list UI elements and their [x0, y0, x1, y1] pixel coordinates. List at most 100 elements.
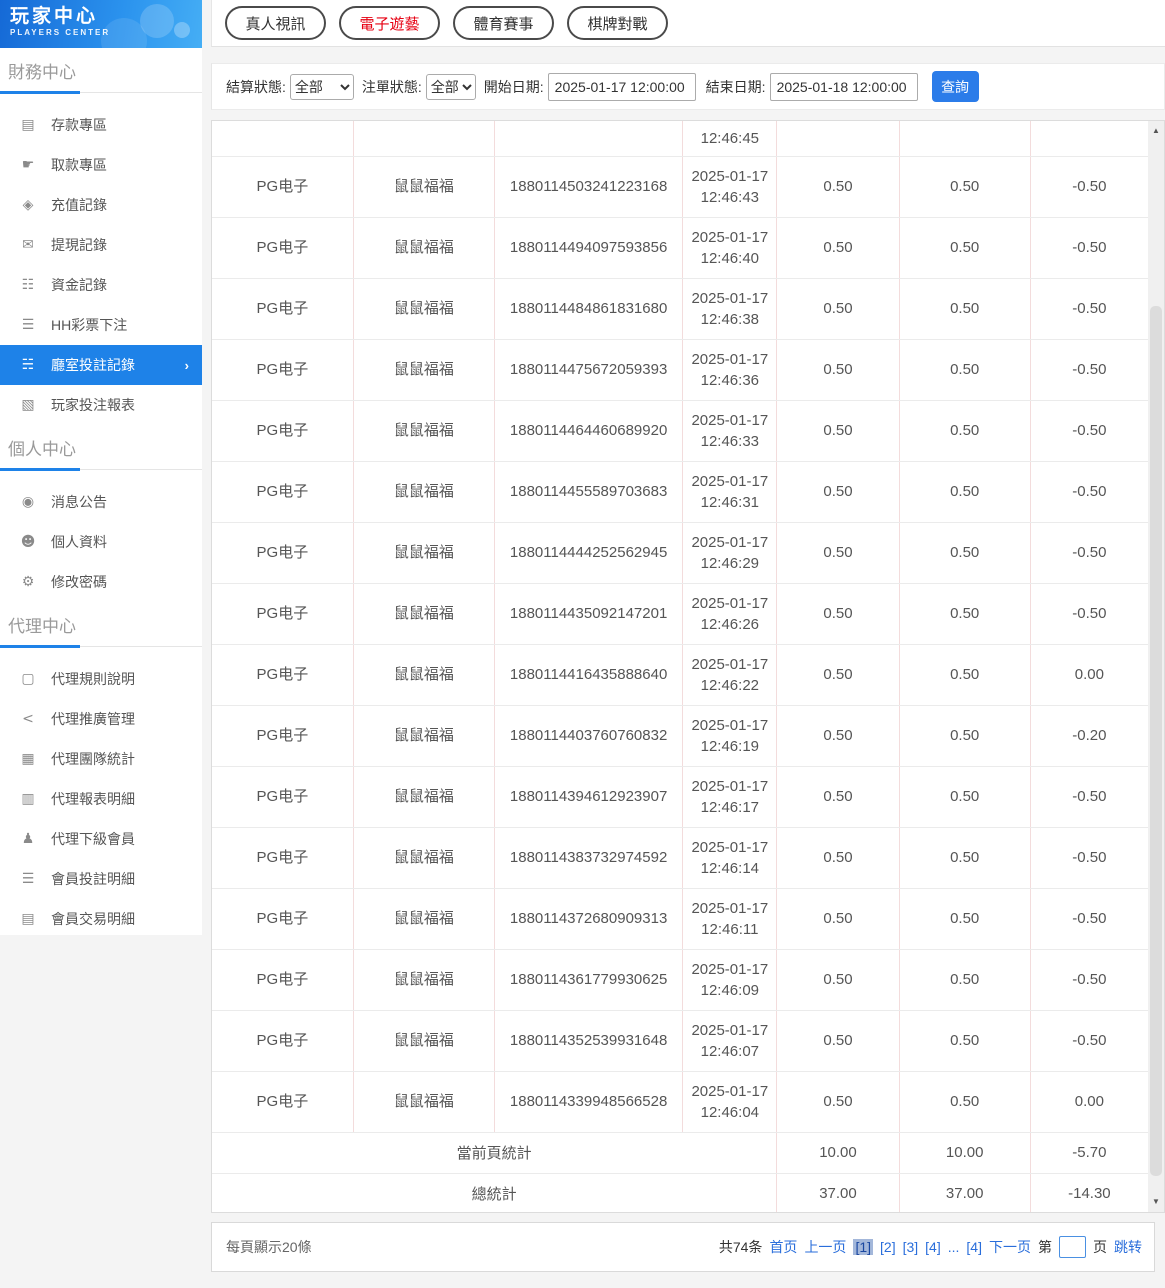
- sidebar-item-label: 廳室投註記錄: [51, 357, 135, 373]
- table-row-partial: 12:46:45: [212, 121, 1150, 157]
- page-3-link[interactable]: [3]: [903, 1239, 919, 1255]
- scroll-down-arrow[interactable]: ▼: [1148, 1194, 1164, 1210]
- page-2-link[interactable]: [2]: [880, 1239, 896, 1255]
- table-row: PG电子 鼠鼠福福 1880114361779930625 2025-01-17 12…: [212, 949, 1150, 1011]
- scroll-up-arrow[interactable]: ▲: [1148, 123, 1164, 139]
- table-row: PG电子 鼠鼠福福 1880114475672059393 2025-01-17 12…: [212, 339, 1150, 401]
- hall-bet-record-icon: ☵: [21, 357, 35, 373]
- sidebar-item[interactable]: ☰ HH彩票下注: [0, 305, 202, 345]
- sidebar-section-items: ▢ 代理規則說明 < 代理推廣管理 ▦ 代理團隊統計 ▥ 代理報表明細 ♟ 代理下級會員 ☰ 會員投註…: [0, 647, 202, 939]
- summary-label: 總統計: [212, 1173, 778, 1212]
- sidebar-item[interactable]: ▥ 代理報表明細: [0, 779, 202, 819]
- pagination-bar: 每頁顯示20條 共74条 首页 上一页 [1] [2] [3] [4]... [4] 下一页第 页…: [211, 1222, 1155, 1272]
- table-row: PG电子 鼠鼠福福 1880114484861831680 2025-01-17 12…: [212, 278, 1150, 340]
- sidebar-item-label: 修改密碼: [51, 574, 107, 590]
- sidebar-item-label: 存款專區: [51, 117, 107, 133]
- sidebar-item-label: 代理團隊統計: [51, 751, 135, 767]
- sidebar-item[interactable]: < 代理推廣管理: [0, 699, 202, 739]
- sidebar-section-items: ▤ 存款專區 ☛ 取款專區 ◈ 充值記錄 ✉ 提現記錄 ☷ 資金記錄 ☰ HH彩票下注 ☵ 廳室投註記錄 ›…: [0, 93, 202, 425]
- table-row: PG电子 鼠鼠福福 1880114416435888640 2025-01-17 12…: [212, 644, 1150, 706]
- total-count: 共74条: [718, 1239, 763, 1255]
- logo: 玩家中心 PLAYERS CENTER: [0, 0, 202, 48]
- team-stats-icon: ▦: [21, 751, 35, 767]
- sidebar-item-label: 代理規則說明: [51, 671, 135, 687]
- search-button[interactable]: 查詢: [931, 71, 979, 102]
- order-status-select[interactable]: 全部: [425, 73, 476, 100]
- summary-valid: 37.00: [899, 1173, 1031, 1212]
- end-date-input[interactable]: [769, 72, 918, 101]
- lottery-bet-icon: ☰: [21, 317, 35, 333]
- sidebar-item[interactable]: ☷ 資金記錄: [0, 265, 202, 305]
- tab-1[interactable]: 真人視訊: [225, 6, 326, 40]
- sidebar-item-label: 資金記錄: [51, 277, 107, 293]
- page-1-current[interactable]: [1]: [853, 1239, 874, 1255]
- sidebar-item[interactable]: ▤ 會員交易明細: [0, 899, 202, 939]
- sidebar-section-header: 財務中心: [0, 58, 202, 94]
- sidebar-item-label: 個人資料: [51, 534, 107, 550]
- ellipsis-link[interactable]: ...: [948, 1239, 960, 1255]
- next-page-link[interactable]: 下一页: [989, 1237, 1031, 1257]
- table-row: PG电子 鼠鼠福福 1880114494097593856 2025-01-17 12…: [212, 217, 1150, 279]
- first-page-link[interactable]: 首页: [769, 1237, 797, 1257]
- sidebar-item[interactable]: ♟ 代理下級會員: [0, 819, 202, 859]
- sidebar-section-header: 代理中心: [0, 612, 202, 648]
- gear-icon: ⚙: [21, 574, 35, 590]
- withdrawal-record-icon: ✉: [22, 237, 34, 253]
- table-row: PG电子 鼠鼠福福 1880114372680909313 2025-01-17 12…: [212, 888, 1150, 950]
- sidebar-item[interactable]: ◈ 充值記錄: [0, 185, 202, 225]
- table-row: PG电子 鼠鼠福福 1880114464460689920 2025-01-17 12…: [212, 400, 1150, 462]
- tab-4[interactable]: 棋牌對戰: [567, 6, 668, 40]
- sidebar-item[interactable]: ☻ 個人資料: [0, 522, 202, 562]
- partial-time-cell: 12:46:45: [682, 121, 778, 157]
- bell-icon: ◉: [21, 494, 35, 510]
- settle-status-label: 結算狀態:: [226, 78, 286, 95]
- table-row: PG电子 鼠鼠福福 1880114435092147201 2025-01-17 12…: [212, 583, 1150, 645]
- sidebar-item-label: 取款專區: [51, 157, 107, 173]
- sidebar-item[interactable]: ▤ 存款專區: [0, 105, 202, 145]
- sidebar-item-label: 代理推廣管理: [51, 711, 135, 727]
- summary-label: 當前頁統計: [212, 1132, 778, 1174]
- total-summary-row: 總統計 37.00 37.00 -14.30: [212, 1173, 1150, 1212]
- sidebar-item-active[interactable]: ☵ 廳室投註記錄 ›: [0, 345, 202, 385]
- summary-bet: 10.00: [776, 1132, 900, 1174]
- scrollbar-thumb[interactable]: [1150, 306, 1162, 1176]
- table-row: PG电子 鼠鼠福福 1880114383732974592 2025-01-17 12…: [212, 827, 1150, 889]
- gamepad-graphic: [174, 22, 190, 38]
- table-row: PG电子 鼠鼠福福 1880114394612923907 2025-01-17 12…: [212, 766, 1150, 828]
- prev-page-link[interactable]: 上一页: [804, 1237, 846, 1257]
- settle-status-select[interactable]: 全部: [289, 73, 354, 100]
- sidebar-item[interactable]: ▧ 玩家投注報表: [0, 385, 202, 425]
- sidebar-section-header: 個人中心: [0, 435, 202, 471]
- sidebar-item[interactable]: ▢ 代理規則說明: [0, 659, 202, 699]
- tab-2-active[interactable]: 電子遊藝: [339, 6, 440, 40]
- jump-page-input[interactable]: [1059, 1236, 1086, 1258]
- sidebar-item[interactable]: ✉ 提現記錄: [0, 225, 202, 265]
- deposit-icon: ▤: [21, 117, 35, 133]
- start-date-input[interactable]: [547, 72, 696, 101]
- jump-prefix: 第: [1038, 1239, 1052, 1255]
- person-icon: ☻: [20, 534, 36, 550]
- jump-button[interactable]: 跳转: [1114, 1237, 1142, 1257]
- table-row: PG电子 鼠鼠福福 1880114455589703683 2025-01-17 12…: [212, 461, 1150, 523]
- sidebar-item[interactable]: ☰ 會員投註明細: [0, 859, 202, 899]
- jump-suffix: 页: [1093, 1239, 1107, 1255]
- table-row: PG电子 鼠鼠福福 1880114352539931648 2025-01-17 12…: [212, 1010, 1150, 1072]
- sidebar-item-label: HH彩票下注: [51, 317, 128, 333]
- last-page-link[interactable]: [4]: [966, 1239, 982, 1255]
- sidebar-item[interactable]: ☛ 取款專區: [0, 145, 202, 185]
- sidebar: 玩家中心 PLAYERS CENTER 財務中心 ▤ 存款專區 ☛ 取款專區 ◈ 充值記錄 ✉…: [0, 0, 202, 935]
- sidebar-item[interactable]: ⚙ 修改密碼: [0, 562, 202, 602]
- sidebar-item-label: 代理下級會員: [51, 831, 135, 847]
- sidebar-item[interactable]: ◉ 消息公告: [0, 482, 202, 522]
- page-4-link[interactable]: [4]: [925, 1239, 941, 1255]
- tab-3[interactable]: 體育賽事: [453, 6, 554, 40]
- sidebar-item[interactable]: ▦ 代理團隊統計: [0, 739, 202, 779]
- withdraw-icon: ☛: [21, 157, 35, 173]
- recharge-record-icon: ◈: [22, 197, 34, 213]
- pagination-controls: 共74条 首页 上一页 [1] [2] [3] [4]... [4] 下一页第 页跳转: [719, 1236, 1142, 1258]
- table-row: PG电子 鼠鼠福福 1880114444252562945 2025-01-17 12…: [212, 522, 1150, 584]
- member-trade-icon: ▤: [21, 911, 35, 927]
- vertical-scrollbar[interactable]: ▲ ▼: [1148, 121, 1164, 1212]
- gamepad-graphic: [140, 4, 174, 38]
- player-bet-report-icon: ▧: [21, 397, 35, 413]
